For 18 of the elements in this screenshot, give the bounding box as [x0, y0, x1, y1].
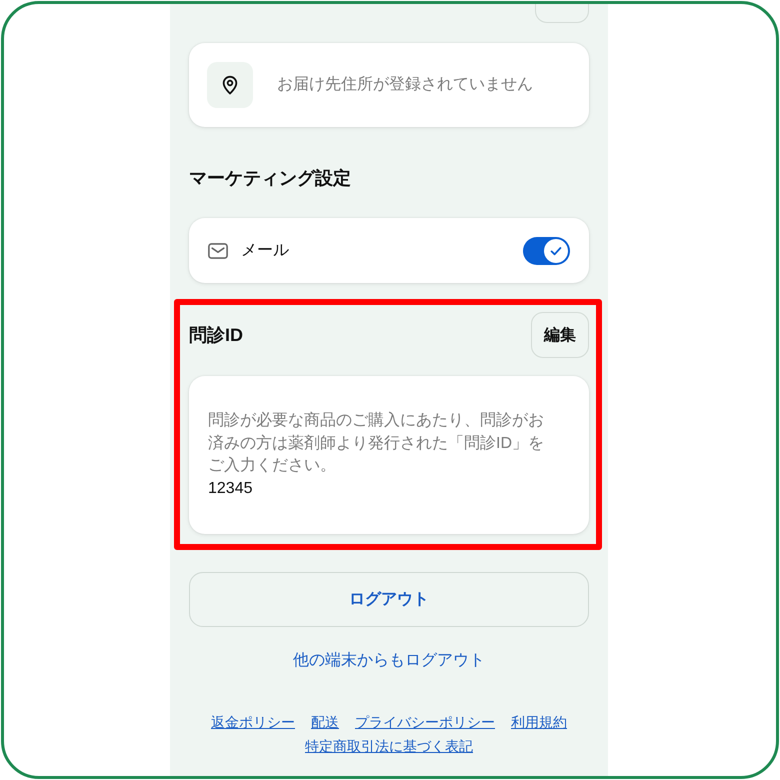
mail-icon	[208, 242, 228, 258]
footer-link[interactable]: プライバシーポリシー	[355, 711, 495, 733]
footer-link[interactable]: 利用規約	[511, 711, 567, 733]
logout-button[interactable]: ログアウト	[189, 572, 589, 627]
section-heading: 問診ID	[189, 324, 243, 346]
section-heading: マーケティング設定	[189, 167, 352, 190]
check-icon	[544, 238, 568, 262]
location-pin-icon	[207, 62, 253, 108]
setting-label: メール	[241, 241, 289, 261]
empty-address-message: お届け先住所が登録されていません	[277, 74, 533, 95]
edit-button[interactable]: 編集	[531, 312, 589, 358]
footer-link[interactable]: 配送	[311, 711, 339, 733]
logout-other-devices-link[interactable]: 他の端末からもログアウト	[293, 652, 485, 669]
interview-id-description: 問診が必要な商品のご購入にあたり、問診がお済みの方は薬剤師より発行された「問診ID」をご入力ください。	[208, 410, 545, 476]
toggle-switch[interactable]	[523, 236, 570, 264]
footer-link[interactable]: 特定商取引法に基づく表記	[305, 735, 473, 757]
interview-id-value: 12345	[208, 478, 254, 498]
footer-link[interactable]: 返金ポリシー	[211, 711, 295, 733]
